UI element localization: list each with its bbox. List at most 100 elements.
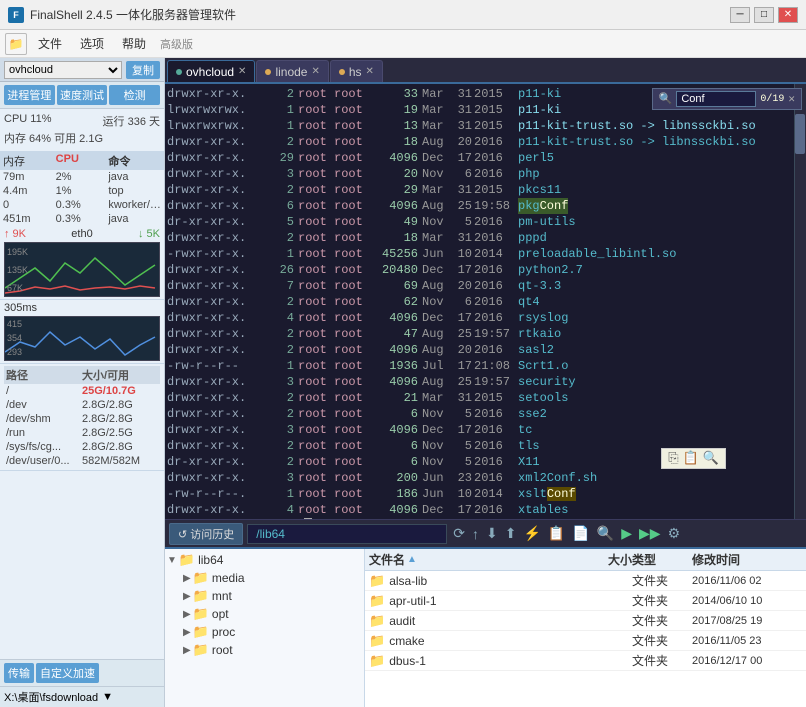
line-perms: drwxr-xr-x. — [167, 182, 272, 198]
terminal-line-15: drwxr-xr-x.2rootroot47Aug2519:57rtkaio — [167, 326, 790, 342]
menu-file[interactable]: 文件 — [30, 32, 70, 55]
line-owner: root — [298, 166, 334, 182]
terminal-scrollbar-thumb[interactable] — [795, 114, 805, 154]
line-links: 2 — [272, 438, 294, 454]
tab-hs[interactable]: hs ✕ — [330, 60, 383, 82]
tree-node-opt[interactable]: ▶ 📁 opt — [167, 605, 362, 623]
file-row[interactable]: 📁audit 文件夹 2017/08/25 19 — [365, 611, 806, 631]
close-button[interactable]: ✕ — [778, 7, 798, 23]
file-name: cmake — [389, 634, 424, 648]
line-links: 1 — [272, 358, 294, 374]
line-month: Dec — [422, 150, 452, 166]
transfer-button[interactable]: 传输 — [4, 663, 34, 683]
line-day: 10 — [452, 246, 472, 262]
tree-expand-proc[interactable]: ▶ — [183, 627, 191, 638]
header-name[interactable]: 文件名 ▲ — [369, 551, 562, 568]
file-row[interactable]: 📁dbus-1 文件夹 2016/12/17 00 — [365, 651, 806, 671]
disk-header: 路径 大小/可用 — [4, 366, 160, 384]
line-month: Mar — [422, 182, 452, 198]
file-row[interactable]: 📁cmake 文件夹 2016/11/05 23 — [365, 631, 806, 651]
minimize-button[interactable]: ─ — [730, 7, 750, 23]
line-year: 2016 — [474, 342, 518, 358]
tree-node-proc[interactable]: ▶ 📁 proc — [167, 623, 362, 641]
line-year: 2015 — [474, 86, 518, 102]
copy-icon-search[interactable]: 🔍 — [703, 451, 719, 466]
search-close-icon[interactable]: ✕ — [788, 92, 795, 106]
tree-expand-media[interactable]: ▶ — [183, 573, 191, 584]
line-month: Aug — [422, 134, 452, 150]
tree-node-mnt[interactable]: ▶ 📁 mnt — [167, 587, 362, 605]
menu-options[interactable]: 选项 — [72, 32, 112, 55]
line-day: 23 — [452, 470, 472, 486]
search-input[interactable] — [676, 91, 756, 107]
play-fast-icon[interactable]: ▶▶ — [637, 524, 663, 543]
copy-icon-1[interactable]: ⎘ — [668, 451, 678, 466]
custom-accelerate-button[interactable]: 自定义加速 — [36, 663, 99, 683]
copy-icon-2[interactable]: 📋 — [683, 451, 699, 466]
disk-row: /25G/10.7G — [4, 384, 160, 398]
tab-close-ovhcloud[interactable]: ✕ — [238, 66, 246, 77]
tree-expand-root[interactable]: ▶ — [183, 645, 191, 656]
line-size: 18 — [370, 134, 418, 150]
file-row[interactable]: 📁apr-util-1 文件夹 2014/06/10 10 — [365, 591, 806, 611]
detect-button[interactable]: 检测 — [109, 85, 160, 105]
line-group: root — [334, 118, 370, 134]
line-year: 19:57 — [474, 326, 518, 342]
tab-linode[interactable]: linode ✕ — [256, 60, 328, 82]
server-dropdown[interactable]: ovhcloud — [4, 61, 122, 79]
line-group: root — [334, 358, 370, 374]
line-fname: X11 — [518, 454, 540, 470]
line-size: 20 — [370, 166, 418, 182]
play-icon[interactable]: ▶ — [619, 524, 634, 543]
line-group: root — [334, 438, 370, 454]
history-button[interactable]: ↺ 访问历史 — [169, 523, 243, 545]
line-month: Jun — [422, 486, 452, 502]
line-year: 2016 — [474, 502, 518, 518]
tab-ovhcloud[interactable]: ovhcloud ✕ — [167, 60, 255, 82]
toolbar-folder-btn[interactable]: 📁 — [5, 33, 27, 55]
clipboard-icon[interactable]: 📋 — [546, 524, 567, 543]
line-links: 3 — [272, 374, 294, 390]
terminal-scrollbar[interactable] — [794, 84, 806, 519]
tree-expand-lib64[interactable]: ▼ — [167, 555, 177, 566]
line-fname: p11-ki — [518, 86, 561, 102]
line-links: 1 — [272, 118, 294, 134]
search-cmd-icon[interactable]: 🔍 — [595, 524, 616, 543]
file-tree[interactable]: ▼ 📁 lib64 ▶ 📁 media ▶ 📁 mnt — [165, 549, 365, 707]
up-dir-icon[interactable]: ↑ — [470, 525, 481, 543]
tree-expand-opt[interactable]: ▶ — [183, 609, 191, 620]
window-controls: ─ □ ✕ — [730, 7, 798, 23]
line-group: root — [334, 390, 370, 406]
speed-test-button[interactable]: 速度测试 — [57, 85, 108, 105]
line-fname: p11-kit-trust.so -> libnssckbi.so — [518, 134, 756, 150]
tab-close-linode[interactable]: ✕ — [311, 66, 319, 77]
line-size: 45256 — [370, 246, 418, 262]
maximize-button[interactable]: □ — [754, 7, 774, 23]
folder-icon-media: 📁 — [193, 570, 209, 586]
refresh-icon[interactable]: ⟳ — [451, 524, 467, 543]
line-year: 2016 — [474, 214, 518, 230]
tab-close-hs[interactable]: ✕ — [366, 66, 374, 77]
line-size: 49 — [370, 214, 418, 230]
settings-icon[interactable]: ⚙ — [666, 524, 683, 543]
header-size[interactable]: 大小 — [562, 551, 632, 568]
file-date: 2016/12/17 00 — [692, 655, 802, 667]
tree-node-root[interactable]: ▶ 📁 root — [167, 641, 362, 659]
tree-node-lib64[interactable]: ▼ 📁 lib64 — [167, 551, 362, 569]
menu-help[interactable]: 帮助 — [114, 32, 154, 55]
tree-expand-mnt[interactable]: ▶ — [183, 591, 191, 602]
upload-icon[interactable]: ⬆ — [503, 524, 519, 543]
line-owner: root — [298, 326, 334, 342]
process-manager-button[interactable]: 进程管理 — [4, 85, 55, 105]
copy-button[interactable]: 复制 — [126, 61, 160, 79]
download-icon[interactable]: ⬇ — [484, 524, 500, 543]
line-year: 2016 — [474, 150, 518, 166]
terminal-area[interactable]: 🔍 0/19 ✕ drwxr-xr-x.2rootroot33Mar312015… — [165, 84, 806, 519]
line-year: 2016 — [474, 230, 518, 246]
tree-node-media[interactable]: ▶ 📁 media — [167, 569, 362, 587]
lightning-icon[interactable]: ⚡ — [521, 524, 542, 543]
line-perms: drwxr-xr-x. — [167, 502, 272, 518]
file-row[interactable]: 📁alsa-lib 文件夹 2016/11/06 02 — [365, 571, 806, 591]
expand-icon[interactable]: ▼ — [102, 691, 113, 703]
file-icon[interactable]: 📄 — [570, 524, 591, 543]
